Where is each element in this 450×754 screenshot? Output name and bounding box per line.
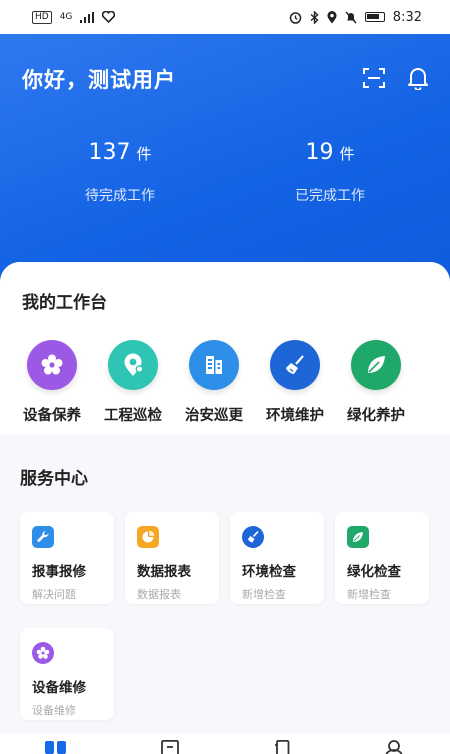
workbench-item-engineering-inspection[interactable]: 工程巡检: [91, 340, 175, 425]
broom-icon: [242, 526, 264, 548]
service-center-title: 服务中心: [20, 469, 88, 489]
stat-completed-label: 已完成工作: [295, 188, 365, 204]
workbench-section: 我的工作台 设备保养 工程巡检 治安巡更 环境维护 绿化养护: [0, 262, 450, 434]
stat-pending-unit: 件: [136, 145, 152, 163]
workbench-item-label: 设备保养: [23, 408, 81, 424]
scan-icon[interactable]: [360, 64, 388, 92]
service-card-subtitle: 设备维修: [32, 704, 76, 717]
service-card-subtitle: 解决问题: [32, 588, 76, 601]
battery-icon: [364, 12, 385, 22]
service-card-title: 数据报表: [137, 564, 191, 580]
tab-home[interactable]: [44, 740, 68, 754]
stat-pending-value: 137: [88, 140, 131, 165]
workbench-item-label: 治安巡更: [185, 408, 243, 424]
main-panel: 我的工作台 设备保养 工程巡检 治安巡更 环境维护 绿化养护 服务中心 报事报修…: [0, 262, 450, 754]
stat-pending-label: 待完成工作: [85, 188, 155, 204]
signal-text: 4G: [59, 11, 73, 22]
heart-icon: [102, 11, 116, 23]
workbench-item-label: 工程巡检: [104, 408, 162, 424]
building-icon: [189, 340, 239, 390]
network-badge: HD: [32, 10, 52, 24]
status-bar: HD 4G 8:32: [0, 0, 450, 34]
workbench-item-label: 环境维护: [266, 408, 324, 424]
tab-documents[interactable]: [158, 740, 182, 754]
stat-pending[interactable]: 137 件 待完成工作: [30, 140, 210, 205]
stat-completed-unit: 件: [339, 145, 355, 163]
leaf-icon: [347, 526, 369, 548]
stat-completed-value: 19: [305, 140, 334, 165]
signal-icon: [80, 11, 95, 23]
tab-profile[interactable]: [382, 740, 406, 754]
stat-completed[interactable]: 19 件 已完成工作: [240, 140, 420, 205]
service-card-report-repair[interactable]: 报事报修 解决问题: [20, 512, 114, 604]
gear-icon: [32, 642, 54, 664]
leaf-icon: [351, 340, 401, 390]
service-card-greening-check[interactable]: 绿化检查 新增检查: [335, 512, 429, 604]
flower-gear-icon: [27, 340, 77, 390]
broom-icon: [270, 340, 320, 390]
document-icon: [161, 740, 179, 754]
chart-icon: [137, 526, 159, 548]
bell-icon[interactable]: [404, 64, 432, 92]
location-icon: [327, 10, 337, 23]
service-card-title: 绿化检查: [347, 564, 401, 580]
service-card-subtitle: 新增检查: [242, 588, 286, 601]
greeting-text: 你好，测试用户: [22, 68, 176, 92]
map-pin-icon: [108, 340, 158, 390]
workbench-item-environment-maintenance[interactable]: 环境维护: [253, 340, 337, 425]
status-left: HD 4G: [32, 10, 116, 24]
profile-icon: [385, 740, 403, 754]
status-time: 8:32: [392, 9, 422, 25]
workbench-item-greening-maintenance[interactable]: 绿化养护: [334, 340, 418, 425]
status-right: 8:32: [289, 10, 422, 25]
workbench-item-equipment-maintenance[interactable]: 设备保养: [10, 340, 94, 425]
service-card-data-report[interactable]: 数据报表 数据报表: [125, 512, 219, 604]
bluetooth-icon: [310, 10, 319, 24]
service-card-title: 环境检查: [242, 564, 296, 580]
bottom-tab-bar: [0, 734, 450, 754]
service-card-subtitle: 数据报表: [137, 588, 181, 601]
workbench-item-label: 绿化养护: [347, 408, 405, 424]
home-grid-icon: [45, 741, 66, 754]
workbench-title: 我的工作台: [22, 293, 107, 313]
wrench-icon: [32, 526, 54, 548]
service-card-title: 报事报修: [32, 564, 86, 580]
service-card-title: 设备维修: [32, 680, 86, 696]
service-card-subtitle: 新增检查: [347, 588, 391, 601]
workbench-item-security-patrol[interactable]: 治安巡更: [172, 340, 256, 425]
mute-icon: [345, 11, 357, 23]
alarm-icon: [289, 11, 302, 24]
stat-pending-count: 137 件: [30, 140, 210, 165]
stat-completed-count: 19 件: [240, 140, 420, 165]
phone-icon: [275, 740, 290, 754]
service-card-environment-check[interactable]: 环境检查 新增检查: [230, 512, 324, 604]
tab-contacts[interactable]: [270, 740, 294, 754]
service-card-equipment-repair[interactable]: 设备维修 设备维修: [20, 628, 114, 720]
